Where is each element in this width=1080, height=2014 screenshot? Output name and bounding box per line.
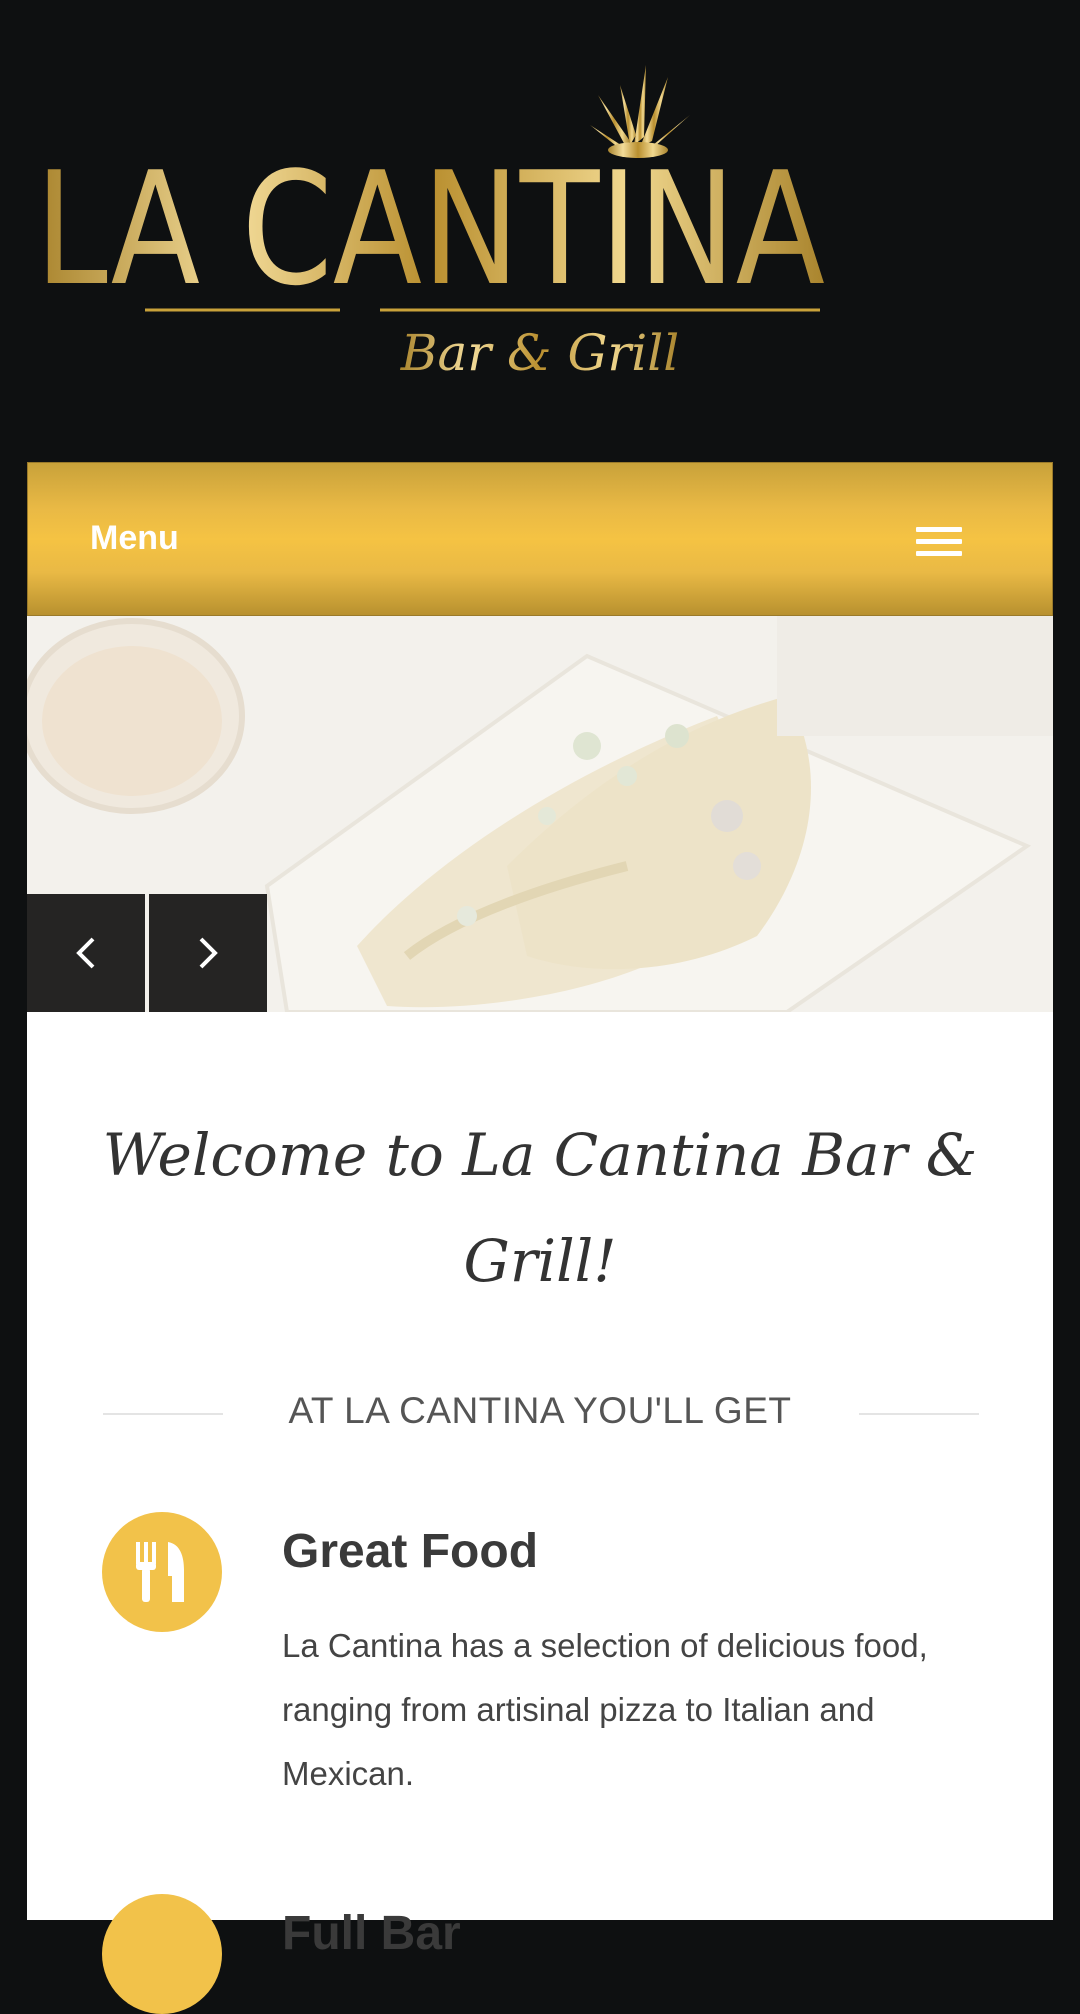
site-header: LA CANTINA Bar & Grill bbox=[0, 0, 1080, 462]
divider-right bbox=[859, 1413, 979, 1415]
bar-icon bbox=[102, 1894, 222, 2014]
la-cantina-logo[interactable]: LA CANTINA Bar & Grill bbox=[30, 45, 830, 395]
fork-knife-icon bbox=[102, 1512, 222, 1632]
logo-subtitle: Bar & Grill bbox=[400, 324, 680, 382]
slider-next-button[interactable] bbox=[149, 894, 267, 1012]
main-navbar: Menu bbox=[27, 462, 1053, 616]
feature-title: Great Food bbox=[282, 1525, 539, 1578]
feature-description: La Cantina has a selection of delicious … bbox=[282, 1627, 928, 1792]
hamburger-menu-icon[interactable] bbox=[916, 527, 962, 559]
welcome-heading: Welcome to La Cantina Bar & Grill! bbox=[102, 1121, 978, 1295]
menu-label[interactable]: Menu bbox=[90, 519, 179, 558]
hero-image-slider bbox=[27, 616, 1053, 1012]
logo-wordmark: LA CANTINA bbox=[35, 138, 825, 320]
chevron-left-icon bbox=[76, 937, 95, 969]
feature-title: Full Bar bbox=[282, 1907, 461, 1960]
chevron-right-icon bbox=[199, 937, 218, 969]
main-content: Welcome to La Cantina Bar & Grill! AT LA… bbox=[27, 1012, 1053, 2014]
section-heading: AT LA CANTINA YOU'LL GET bbox=[288, 1390, 792, 1431]
slider-prev-button[interactable] bbox=[27, 894, 145, 1012]
